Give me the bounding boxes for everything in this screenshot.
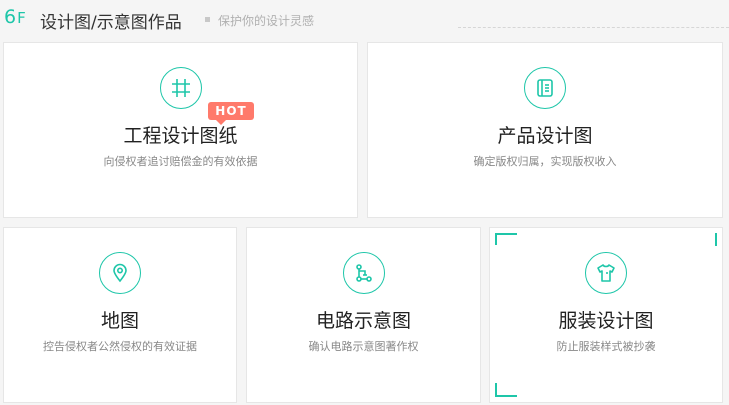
- card-title: 地图: [100, 310, 139, 332]
- card-product-design[interactable]: 产品设计图 确定版权归属，实现版权收入: [367, 42, 723, 218]
- card-desc: 控告侵权者公然侵权的有效证据: [43, 340, 197, 353]
- notebook-icon: [524, 67, 566, 109]
- card-map[interactable]: 地图 控告侵权者公然侵权的有效证据: [3, 227, 237, 403]
- shirt-icon: [585, 252, 627, 294]
- corner-accent: [495, 383, 517, 397]
- card-desc: 向侵权者追讨赔偿金的有效依据: [103, 155, 258, 168]
- card-title: 电路示意图: [315, 310, 411, 332]
- grid-icon: [159, 67, 202, 109]
- map-pin-icon: [99, 252, 141, 294]
- floor-subtitle: 保护你的设计灵感: [218, 14, 315, 28]
- card-engineering-drawing[interactable]: 工程设计图纸 向侵权者追讨赔偿金的有效依据: [3, 42, 358, 218]
- corner-accent: [495, 233, 517, 245]
- floor-header: 6F 设计图/示意图作品 保护你的设计灵感: [0, 0, 729, 40]
- card-clothing-design[interactable]: 服装设计图 防止服装样式被抄袭: [489, 227, 723, 403]
- card-title: 工程设计图纸: [123, 125, 238, 147]
- card-desc: 防止服装样式被抄袭: [556, 340, 656, 353]
- card-title: 服装设计图: [558, 310, 654, 332]
- card-circuit-diagram[interactable]: 电路示意图 确认电路示意图著作权: [246, 227, 481, 403]
- dashed-divider: [458, 27, 729, 28]
- floor-number: 6F: [4, 6, 26, 28]
- card-desc: 确认电路示意图著作权: [308, 340, 419, 353]
- separator-dot: [205, 17, 210, 22]
- circuit-icon: [342, 252, 385, 294]
- card-desc: 确定版权归属，实现版权收入: [473, 155, 617, 168]
- floor-title: 设计图/示意图作品: [40, 13, 182, 33]
- card-title: 产品设计图: [497, 125, 593, 147]
- hot-badge: HOT: [208, 102, 254, 125]
- corner-accent: [713, 233, 717, 246]
